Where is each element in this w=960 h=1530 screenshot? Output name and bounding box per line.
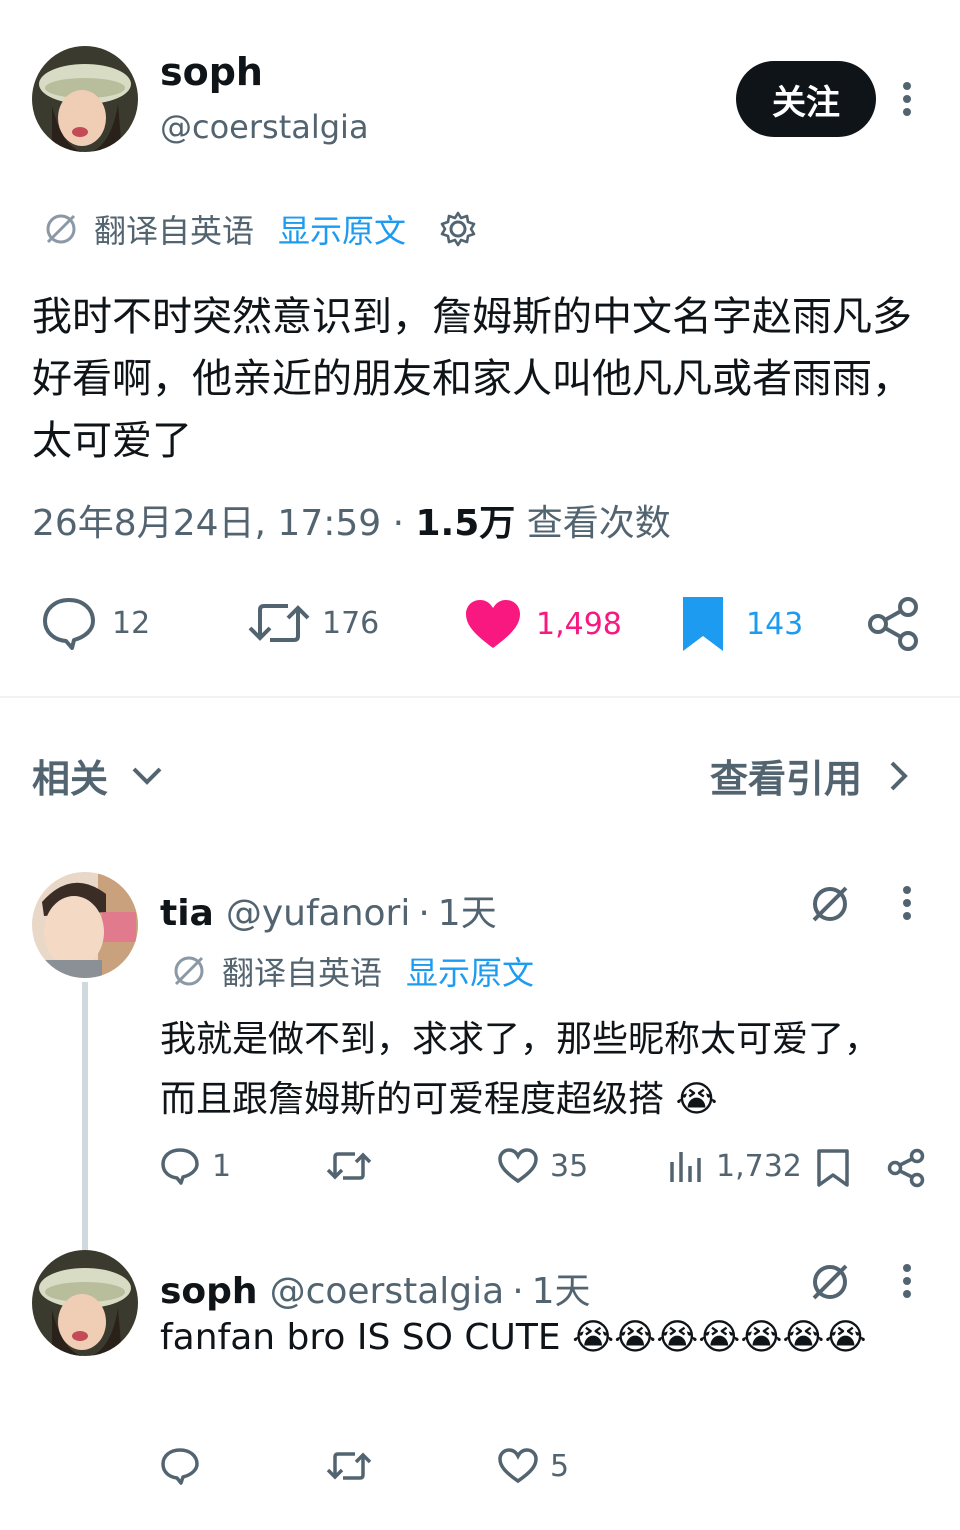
bookmark-filled-icon <box>680 594 726 654</box>
reply1-like-action[interactable]: 35 <box>498 1148 588 1184</box>
reply1-retweet-action[interactable] <box>326 1148 372 1184</box>
thread-line <box>82 982 88 1252</box>
related-dropdown[interactable]: 相关 <box>32 748 164 803</box>
show-original-link[interactable]: 显示原文 <box>278 206 406 252</box>
reply2-avatar[interactable] <box>32 1250 138 1356</box>
reply2-grok-icon[interactable] <box>808 1260 852 1304</box>
main-avatar[interactable] <box>32 46 138 152</box>
reply1-reply-count: 1 <box>212 1148 232 1184</box>
main-handle[interactable]: @coerstalgia <box>160 108 369 146</box>
divider <box>0 696 960 698</box>
reply2-reply-icon <box>160 1446 200 1486</box>
like-count: 1,498 <box>536 606 622 642</box>
reply1-translated-label: 翻译自英语 <box>222 954 383 992</box>
chevron-down-icon <box>130 765 164 787</box>
reply1-handle[interactable]: @yufanori <box>226 893 411 934</box>
chevron-right-icon <box>888 759 910 793</box>
reply1-retweet-icon <box>326 1148 372 1184</box>
reply1-analytics-icon <box>668 1148 702 1184</box>
heart-filled-icon <box>464 598 522 650</box>
views-count: 1.5万 <box>415 503 516 544</box>
view-quotes-link[interactable]: 查看引用 <box>710 748 910 803</box>
reply1-reply-action[interactable]: 1 <box>160 1146 231 1186</box>
reply1-emoji: 😭 <box>675 1079 718 1120</box>
translate-icon <box>42 210 80 248</box>
reply-icon <box>40 596 98 650</box>
reply2-separator: · <box>512 1271 524 1312</box>
reply2-like-action[interactable]: 5 <box>498 1448 569 1484</box>
reply1-like-count: 35 <box>550 1148 589 1184</box>
reply1-share-icon[interactable] <box>886 1148 926 1188</box>
reply1-views-action[interactable]: 1,732 <box>668 1148 802 1184</box>
reply2-reply-action[interactable] <box>160 1446 200 1486</box>
reply-count: 12 <box>112 605 151 641</box>
more-options-icon[interactable] <box>895 80 919 120</box>
reply-action[interactable]: 12 <box>40 596 150 650</box>
share-icon[interactable] <box>866 596 920 652</box>
follow-button[interactable]: 关注 <box>736 61 876 137</box>
grok-icon[interactable] <box>808 882 852 926</box>
reply2-handle[interactable]: @coerstalgia <box>270 1271 505 1312</box>
views-label: 查看次数 <box>526 503 671 544</box>
reply1-reply-icon <box>160 1146 200 1186</box>
reply1-heart-icon <box>498 1148 538 1184</box>
reply2-emoji: 😭😭😭😭😭😭😭 <box>572 1317 867 1358</box>
meta-separator: · <box>392 503 416 544</box>
reply1-separator: · <box>418 893 430 934</box>
like-action[interactable]: 1,498 <box>464 598 622 650</box>
reply1-display-name[interactable]: tia <box>160 893 214 934</box>
timestamp[interactable]: 26年8月24日, 17:59 <box>32 503 381 544</box>
retweet-count: 176 <box>322 605 380 641</box>
reply2-more-icon[interactable] <box>895 1262 919 1302</box>
retweet-icon <box>248 598 310 648</box>
reply2-heart-icon <box>498 1448 538 1484</box>
reply2-display-name[interactable]: soph <box>160 1271 258 1312</box>
reply2-retweet-action[interactable] <box>326 1448 372 1484</box>
reply1-text: 我就是做不到，求求了，那些昵称太可爱了，而且跟詹姆斯的可爱程度超级搭 <box>160 1019 881 1120</box>
related-title: 相关 <box>32 757 109 801</box>
retweet-action[interactable]: 176 <box>248 598 379 648</box>
reply2-like-count: 5 <box>550 1448 570 1484</box>
reply1-translate-icon <box>170 952 208 990</box>
main-tweet-text: 我时不时突然意识到，詹姆斯的中文名字赵雨凡多好看啊，他亲近的朋友和家人叫他凡凡或… <box>32 294 912 464</box>
reply2-age[interactable]: 1天 <box>532 1262 591 1314</box>
bookmark-action[interactable]: 143 <box>680 594 803 654</box>
reply1-view-count: 1,732 <box>716 1148 802 1184</box>
view-quotes-label: 查看引用 <box>710 757 863 801</box>
reply2-text: fanfan bro IS SO CUTE <box>160 1317 561 1358</box>
main-display-name[interactable]: soph <box>160 50 263 94</box>
reply1-show-original-link[interactable]: 显示原文 <box>406 948 534 994</box>
reply1-more-icon[interactable] <box>895 884 919 924</box>
reply2-retweet-icon <box>326 1448 372 1484</box>
reply1-age[interactable]: 1天 <box>438 884 497 936</box>
settings-icon[interactable] <box>438 209 478 249</box>
bookmark-count: 143 <box>746 606 804 642</box>
reply1-avatar[interactable] <box>32 872 138 978</box>
translated-label: 翻译自英语 <box>94 212 255 250</box>
reply1-bookmark-icon[interactable] <box>816 1148 850 1188</box>
